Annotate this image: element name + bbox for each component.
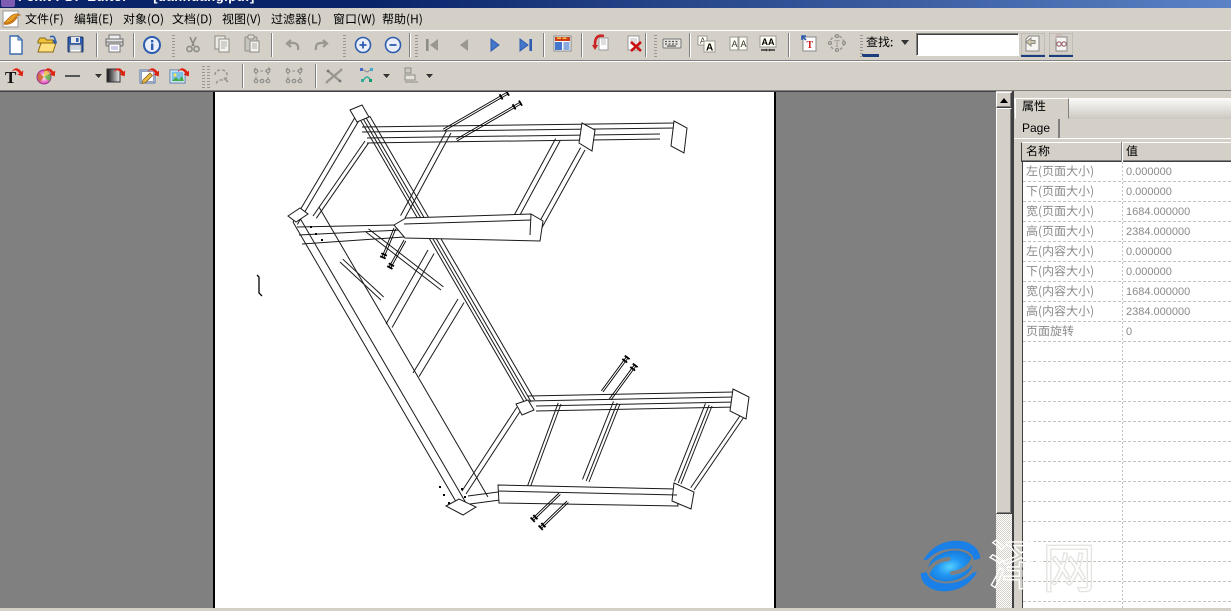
svg-text:AA: AA xyxy=(762,37,775,47)
svg-text:T: T xyxy=(807,40,814,51)
svg-text:A: A xyxy=(741,39,747,49)
svg-text:A: A xyxy=(732,39,738,49)
svg-text:T: T xyxy=(5,68,17,86)
svg-text:A: A xyxy=(706,43,713,54)
